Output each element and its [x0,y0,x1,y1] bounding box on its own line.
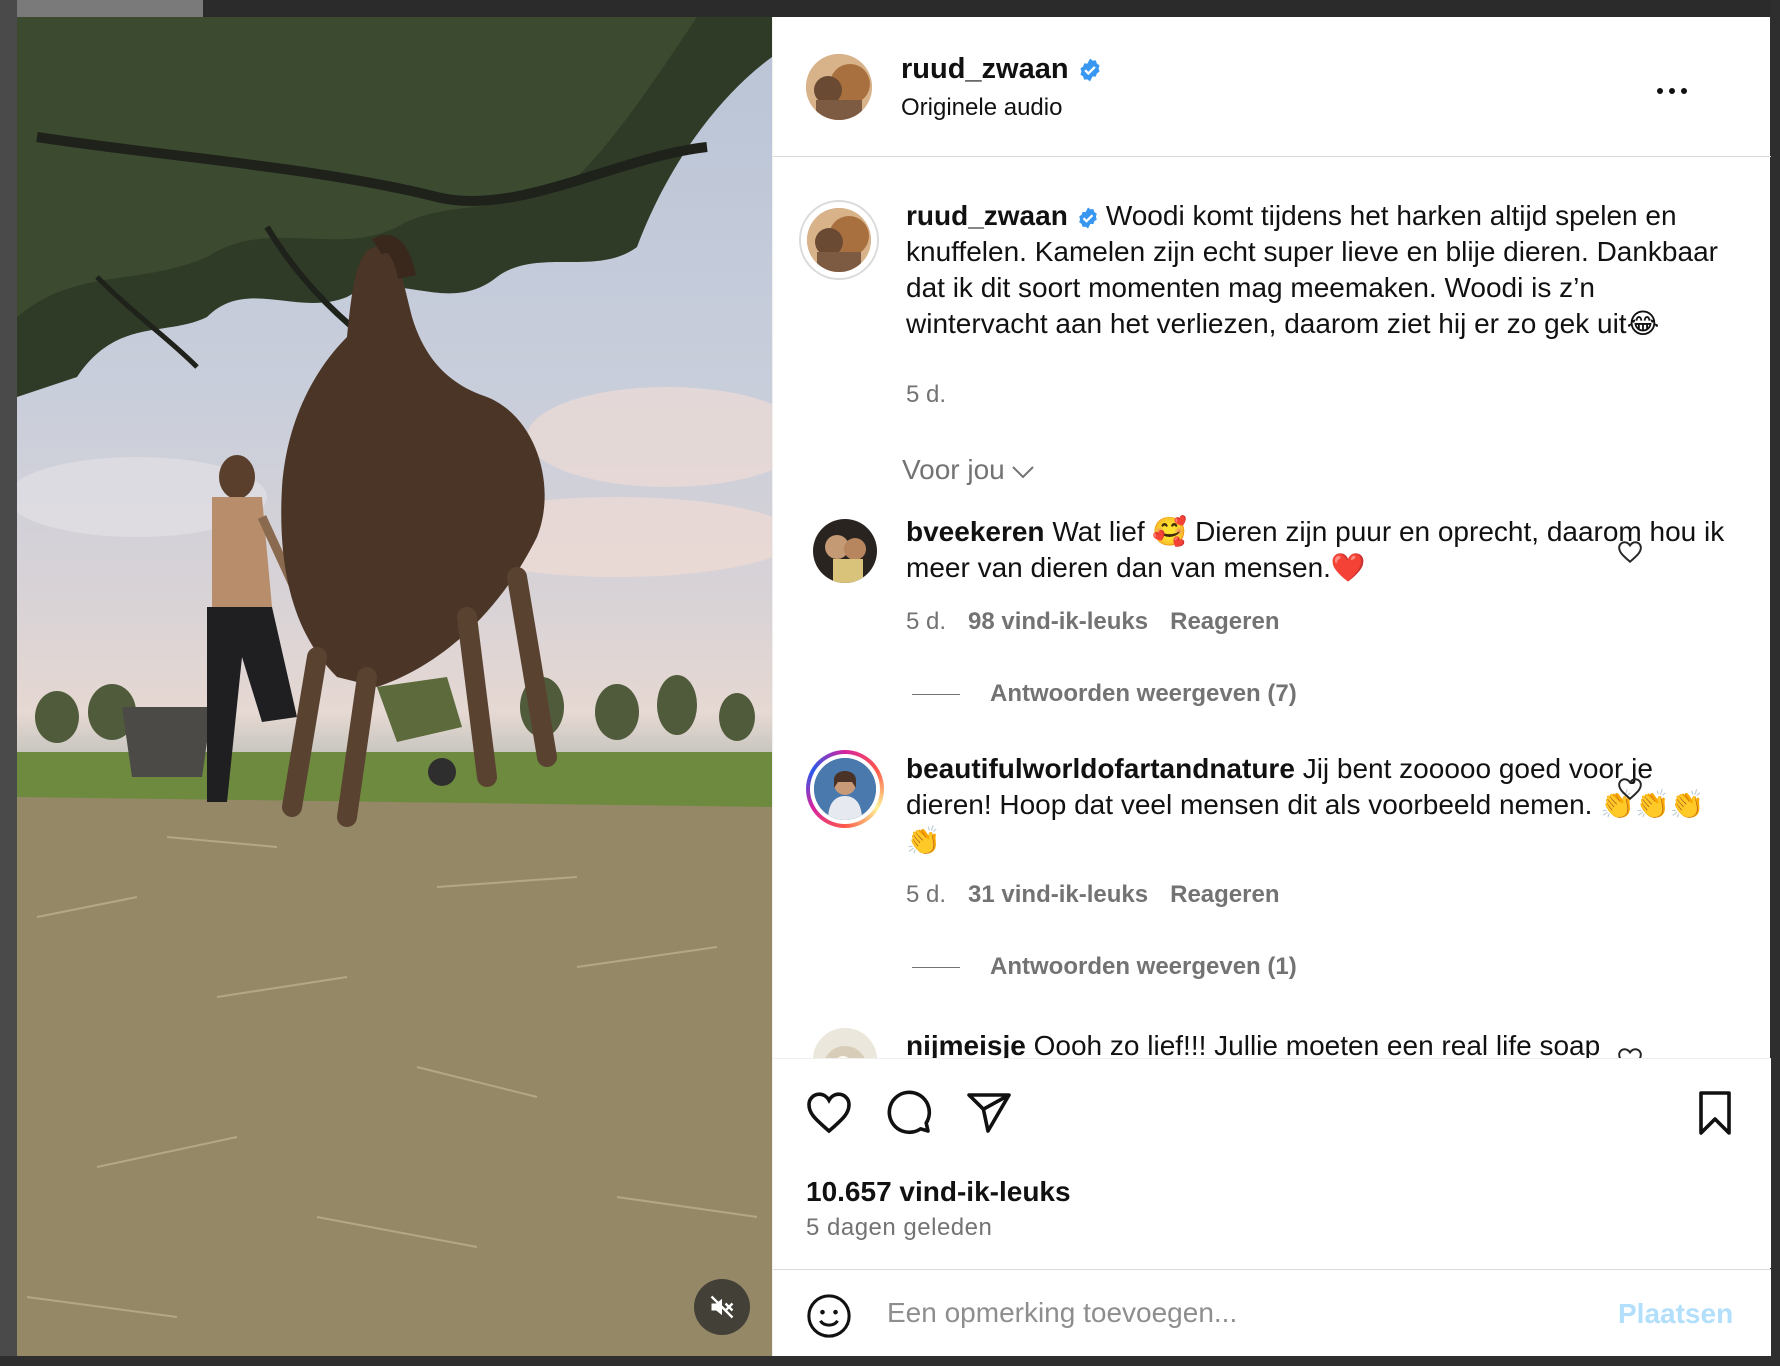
comment-body: Oooh zo lief!!! Jullie moeten een real l… [1033,1030,1601,1058]
verified-badge-icon [1079,207,1097,229]
verified-badge-icon [1080,58,1100,82]
view-replies-button[interactable]: Antwoorden weergeven (1) [912,953,1297,981]
comment-meta: 5 d. 31 vind-ik-leuks Reageren [906,881,1280,909]
video-player[interactable] [17,17,772,1356]
bookmark-icon[interactable] [1691,1089,1739,1137]
more-options-icon[interactable] [1648,79,1696,103]
comment-input[interactable] [887,1288,1587,1338]
author-username-row[interactable]: ruud_zwaan [901,53,1103,86]
comment-like-heart-icon[interactable] [1617,777,1643,801]
audio-label[interactable]: Originele audio [901,94,1062,122]
view-replies-label: Antwoorden weergeven (7) [990,680,1297,707]
comment-like-heart-icon[interactable] [1617,540,1643,564]
muted-speaker-icon [710,1295,734,1319]
view-replies-label: Antwoorden weergeven (1) [990,953,1297,980]
emoji-icon[interactable] [806,1293,852,1339]
comment-like-heart-icon[interactable] [1617,1047,1643,1058]
comment-bubble-icon[interactable] [885,1089,933,1137]
caption-avatar[interactable] [799,200,879,280]
comment-composer: Plaatsen [773,1269,1771,1356]
chevron-down-icon [1012,465,1034,479]
post-date[interactable]: 5 dagen geleden [806,1214,992,1242]
comment-avatar[interactable] [813,1028,877,1058]
author-avatar[interactable] [806,54,872,120]
comment-avatar[interactable] [813,519,877,583]
reply-button[interactable]: Reageren [1170,881,1279,908]
comment-meta: 5 d. 98 vind-ik-leuks Reageren [906,608,1280,636]
comment-text: beautifulworldofartandnature Jij bent zo… [906,751,1736,859]
comment-sort-dropdown[interactable]: Voor jou [902,454,1035,486]
post-modal: ruud_zwaan Originele audio ruud_zwaan Wo… [17,17,1771,1356]
comment-likes[interactable]: 98 vind-ik-leuks [968,608,1148,635]
post-comment-button[interactable]: Plaatsen [1618,1298,1733,1330]
comment-likes[interactable]: 31 vind-ik-leuks [968,881,1148,908]
view-replies-button[interactable]: Antwoorden weergeven (7) [912,680,1297,708]
post-header: ruud_zwaan Originele audio [773,17,1771,157]
caption-text: ruud_zwaan Woodi komt tijdens het harken … [906,198,1736,342]
paper-plane-icon[interactable] [965,1089,1013,1137]
background-left [0,0,17,1366]
sort-label: Voor jou [902,454,1005,485]
comment-avatar-story-ring[interactable] [806,750,884,828]
post-actions: 10.657 vind-ik-leuks 5 dagen geleden [773,1058,1771,1268]
comment-time[interactable]: 5 d. [906,608,946,635]
comment-username[interactable]: bveekeren [906,516,1045,547]
background-top-tile [0,0,203,17]
comments-list[interactable]: ruud_zwaan Woodi komt tijdens het harken … [773,158,1771,1058]
comment-text: bveekeren Wat lief 🥰 Dieren zijn puur en… [906,514,1736,586]
caption-time[interactable]: 5 d. [906,381,946,409]
video-frame [17,17,772,1356]
comment-text: nijmeisje Oooh zo lief!!! Jullie moeten … [906,1028,1736,1058]
comment-username[interactable]: beautifulworldofartandnature [906,753,1295,784]
comment-username[interactable]: nijmeisje [906,1030,1026,1058]
reply-button[interactable]: Reageren [1170,608,1279,635]
author-username[interactable]: ruud_zwaan [901,53,1069,85]
heart-icon[interactable] [805,1089,853,1137]
post-side-panel: ruud_zwaan Originele audio ruud_zwaan Wo… [772,17,1771,1356]
background-top [0,0,1780,17]
background-bottom [0,1356,1780,1366]
comment-time[interactable]: 5 d. [906,881,946,908]
background-right [1770,0,1780,1366]
like-count[interactable]: 10.657 vind-ik-leuks [806,1176,1071,1208]
caption-username[interactable]: ruud_zwaan [906,200,1068,231]
mute-toggle-button[interactable] [694,1279,750,1335]
